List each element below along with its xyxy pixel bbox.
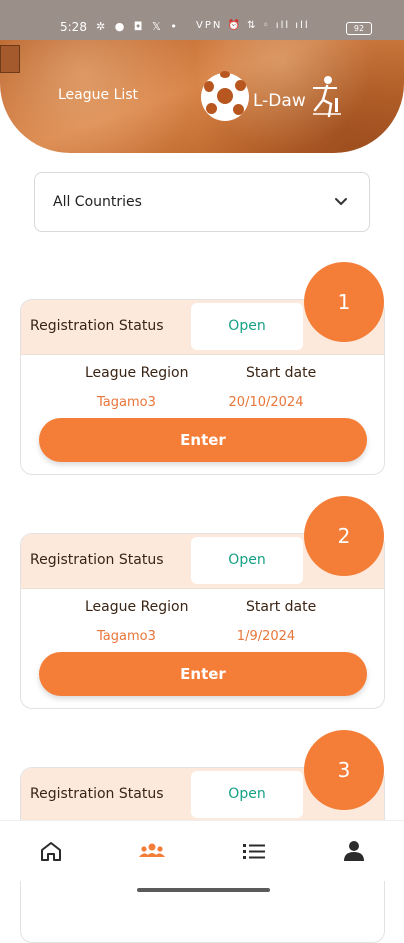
logo-text: L-Daw: [253, 91, 306, 111]
enter-button[interactable]: Enter: [39, 418, 367, 462]
league-region-label: League Region: [85, 599, 189, 615]
league-card: Registration Status Open 2 League Region…: [20, 496, 385, 709]
soccer-ball-icon: [201, 71, 249, 121]
league-region-value: Tagamo3: [97, 395, 156, 410]
start-date-value: 1/9/2024: [236, 629, 296, 644]
status-text: Open: [228, 318, 266, 334]
page-title: League List: [58, 87, 139, 103]
league-region-label: League Region: [85, 365, 189, 381]
start-date-label: Start date: [246, 599, 317, 615]
player-figure-icon: [313, 76, 341, 118]
status-badge: Open: [191, 771, 303, 818]
status-text: Open: [228, 552, 266, 568]
home-icon[interactable]: [38, 840, 64, 862]
league-number-badge: 1: [304, 262, 384, 342]
system-icons: VPN ⏰ ⇅ ◦ ıll ıll: [196, 20, 310, 31]
league-card: Registration Status Open 1 League Region…: [20, 262, 385, 475]
chevron-down-icon: [335, 198, 347, 205]
league-region-value: Tagamo3: [97, 629, 156, 644]
flag-decoration: [0, 45, 20, 73]
list-icon[interactable]: [241, 840, 267, 862]
status-text: Open: [228, 786, 266, 802]
league-number-badge: 2: [304, 496, 384, 576]
home-indicator[interactable]: [137, 888, 270, 892]
registration-status-label: Registration Status: [30, 318, 164, 334]
status-bar: 5:28 ✲ ● ◘ 𝕏 • VPN ⏰ ⇅ ◦ ıll ıll 92: [0, 0, 404, 40]
start-date-label: Start date: [246, 365, 317, 381]
country-dropdown-value: All Countries: [53, 194, 142, 210]
notification-icons: ✲ ● ◘ 𝕏 •: [96, 20, 180, 33]
page-header: League List L-Daw: [0, 40, 404, 153]
registration-status-label: Registration Status: [30, 552, 164, 568]
enter-button[interactable]: Enter: [39, 652, 367, 696]
status-time: 5:28: [60, 20, 87, 34]
teams-icon[interactable]: [139, 840, 165, 862]
status-badge: Open: [191, 537, 303, 584]
battery-icon: 92: [346, 22, 372, 35]
country-dropdown[interactable]: All Countries: [34, 172, 370, 232]
league-number-badge: 3: [304, 730, 384, 810]
start-date-value: 20/10/2024: [228, 395, 304, 410]
profile-icon[interactable]: [341, 840, 367, 862]
status-badge: Open: [191, 303, 303, 350]
bottom-nav: [0, 820, 404, 881]
registration-status-label: Registration Status: [30, 786, 164, 802]
